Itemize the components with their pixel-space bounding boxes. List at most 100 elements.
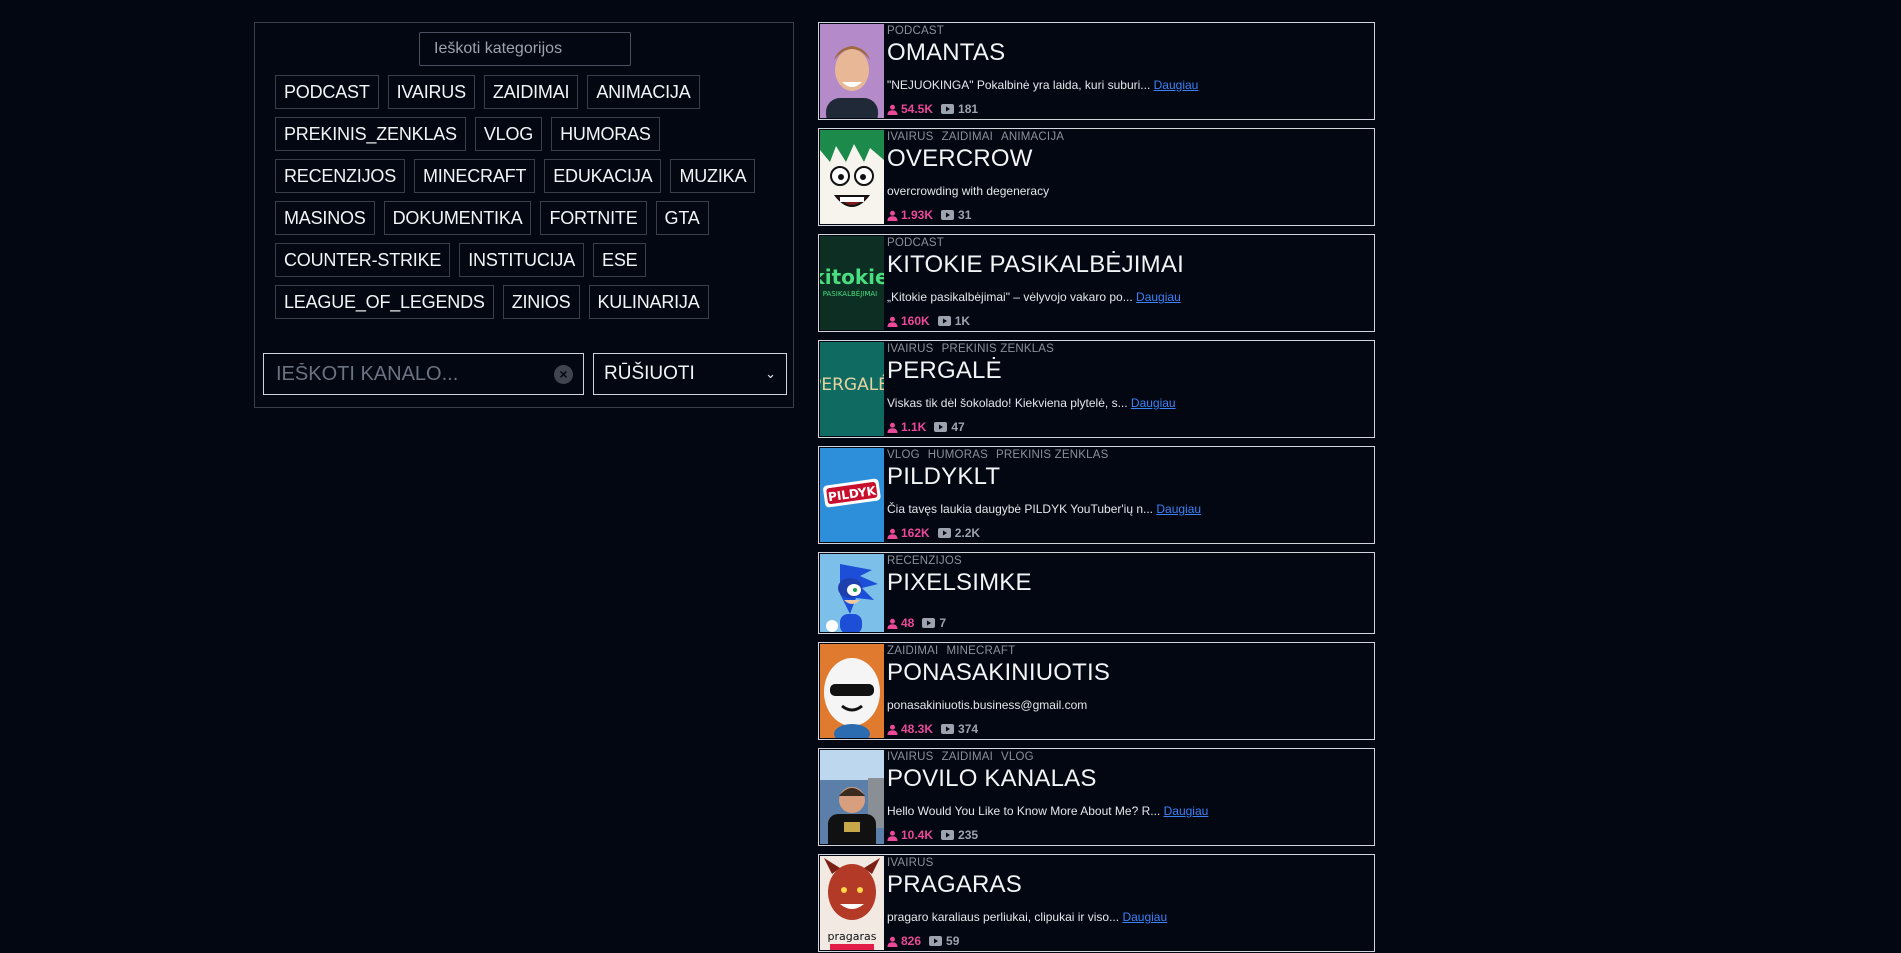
channel-search-input[interactable] (264, 354, 583, 394)
category-chip[interactable]: VLOG (474, 117, 543, 151)
channel-name[interactable]: PONASAKINIUOTIS (887, 658, 1370, 690)
category-chip[interactable]: PODCAST (275, 75, 379, 109)
video-icon (934, 422, 948, 432)
channel-description: Viskas tik dėl šokolado! Kiekviena plyte… (887, 396, 1370, 411)
channel-name[interactable]: OVERCROW (887, 144, 1370, 176)
person-icon (887, 528, 898, 539)
channel-name[interactable]: PIXELSIMKE (887, 568, 1370, 600)
sort-select[interactable]: RŪŠIUOTI ⌄ (593, 353, 787, 395)
chevron-down-icon: ⌄ (765, 366, 776, 381)
category-chip[interactable]: FORTNITE (540, 201, 647, 235)
video-count: 235 (941, 828, 978, 842)
channel-tag: HUMORAS (927, 449, 988, 461)
category-chip[interactable]: ESE (593, 243, 647, 277)
channel-card[interactable]: PILDYK VLOG HUMORAS PREKINIS ZENKLAS PILDYKL… (818, 446, 1375, 544)
channel-tags: IVAIRUS ZAIDIMAI ANIMACIJA (887, 130, 1370, 144)
category-chip[interactable]: HUMORAS (551, 117, 660, 151)
more-link[interactable]: Daugiau (1164, 804, 1209, 818)
channel-description-text: pragaro karaliaus perliukai, clipukai ir… (887, 910, 1123, 924)
channel-tags: VLOG HUMORAS PREKINIS ZENKLAS (887, 448, 1370, 462)
person-icon (887, 618, 898, 629)
channel-name[interactable]: PILDYKLT (887, 462, 1370, 494)
video-count: 59 (929, 934, 959, 948)
subscriber-count: 1.1K (887, 420, 926, 434)
more-link[interactable]: Daugiau (1156, 502, 1201, 516)
category-chip[interactable]: MINECRAFT (414, 159, 536, 193)
category-chip[interactable]: ZINIOS (502, 285, 580, 319)
category-chip[interactable]: LEAGUE_OF_LEGENDS (275, 285, 494, 319)
category-chip[interactable]: IVAIRUS (387, 75, 475, 109)
category-chip[interactable]: KULINARIJA (588, 285, 709, 319)
category-chip[interactable]: COUNTER-STRIKE (275, 243, 451, 277)
channel-description-text: Čia tavęs laukia daugybė PILDYK YouTuber… (887, 502, 1157, 516)
channel-tags: PODCAST (887, 236, 1370, 250)
channel-card[interactable]: ZAIDIMAI MINECRAFT PONASAKINIUOTIS ponasaki… (818, 642, 1375, 740)
category-chip[interactable]: MASINOS (275, 201, 375, 235)
channel-tag: RECENZIJOS (887, 555, 962, 567)
channel-tag: IVAIRUS (887, 857, 934, 869)
channel-card[interactable]: RECENZIJOS PIXELSIMKE 48 7 (818, 552, 1375, 634)
channel-stats: 54.5K 181 (887, 101, 978, 117)
channel-tag: IVAIRUS (887, 751, 934, 763)
category-chip[interactable]: RECENZIJOS (275, 159, 406, 193)
channel-card[interactable]: kitokiePASIKALBĖJIMAIPODCASTKITOKIE PASI… (818, 234, 1375, 332)
video-icon (941, 724, 955, 734)
channel-tag: IVAIRUS (887, 343, 934, 355)
channel-card[interactable]: IVAIRUS ZAIDIMAI ANIMACIJA OVERCROW overcrow… (818, 128, 1375, 226)
person-icon (887, 316, 898, 327)
filter-panel: PODCASTIVAIRUSZAIDIMAIANIMACIJA PREKINIS_… (254, 22, 794, 408)
channel-info: VLOG HUMORAS PREKINIS ZENKLAS PILDYKLT Čia t… (887, 448, 1370, 517)
channel-name[interactable]: KITOKIE PASIKALBĖJIMAI (887, 250, 1370, 282)
person-icon (887, 830, 898, 841)
clear-icon[interactable]: × (554, 365, 573, 384)
channel-tag: ZAIDIMAI (941, 751, 993, 763)
channel-tags: RECENZIJOS (887, 554, 1370, 568)
video-count: 47 (934, 420, 965, 434)
channel-card[interactable]: IVAIRUS ZAIDIMAI VLOG POVILO KANALAS Hello W… (818, 748, 1375, 846)
channel-name[interactable]: PRAGARAS (887, 870, 1370, 902)
channel-description-text: Viskas tik dėl šokolado! Kiekviena plyte… (887, 396, 1131, 410)
channel-info: ZAIDIMAI MINECRAFT PONASAKINIUOTIS ponasaki… (887, 644, 1370, 713)
more-link[interactable]: Daugiau (1122, 910, 1167, 924)
subscriber-count-value: 162K (901, 526, 930, 540)
video-icon (941, 104, 955, 114)
subscriber-count-value: 48 (901, 616, 915, 630)
channel-thumbnail: PERGALĖ (820, 342, 884, 436)
channel-tags: IVAIRUS (887, 856, 1370, 870)
svg-text:PASIKALBĖJIMAI: PASIKALBĖJIMAI (823, 289, 877, 298)
more-link[interactable]: Daugiau (1154, 78, 1199, 92)
channel-thumbnail (820, 750, 884, 844)
person-icon (887, 936, 898, 947)
video-icon (941, 210, 955, 220)
channel-name[interactable]: OMANTAS (887, 38, 1370, 70)
category-chip[interactable]: DOKUMENTIKA (383, 201, 532, 235)
sort-label: RŪŠIUOTI (604, 363, 695, 384)
channel-info: IVAIRUS ZAIDIMAI ANIMACIJA OVERCROW overcrow… (887, 130, 1370, 199)
video-count: 7 (922, 616, 946, 630)
video-count-value: 7 (939, 616, 947, 630)
channel-name[interactable]: POVILO KANALAS (887, 764, 1370, 796)
subscriber-count: 162K (887, 526, 930, 540)
category-search-input[interactable] (419, 32, 631, 66)
video-count: 31 (941, 208, 971, 222)
category-chip[interactable]: ANIMACIJA (587, 75, 700, 109)
more-link[interactable]: Daugiau (1136, 290, 1181, 304)
channel-card[interactable]: pragaras IVAIRUS PRAGARAS pragaro karaliaus… (818, 854, 1375, 952)
channel-card[interactable]: PERGALĖIVAIRUSPREKINIS ZENKLASPERGALĖVis… (818, 340, 1375, 438)
channel-card[interactable]: PODCAST OMANTAS "NEJUOKINGA" Pokalbinė yra… (818, 22, 1375, 120)
category-chip[interactable]: INSTITUCIJA (459, 243, 585, 277)
subscriber-count-value: 1.1K (901, 420, 927, 434)
category-chip[interactable]: EDUKACIJA (544, 159, 662, 193)
category-chip[interactable]: GTA (655, 201, 709, 235)
channel-name[interactable]: PERGALĖ (887, 356, 1370, 388)
category-chip[interactable]: PREKINIS_ZENKLAS (275, 117, 466, 151)
video-count-value: 235 (958, 828, 979, 842)
video-count: 181 (941, 102, 978, 116)
video-count: 2.2K (937, 526, 980, 540)
more-link[interactable]: Daugiau (1131, 396, 1176, 410)
person-icon (887, 104, 898, 115)
channel-thumbnail: PILDYK (820, 448, 884, 542)
category-chip[interactable]: MUZIKA (670, 159, 756, 193)
svg-text:pragaras: pragaras (828, 930, 877, 943)
category-chip[interactable]: ZAIDIMAI (483, 75, 579, 109)
